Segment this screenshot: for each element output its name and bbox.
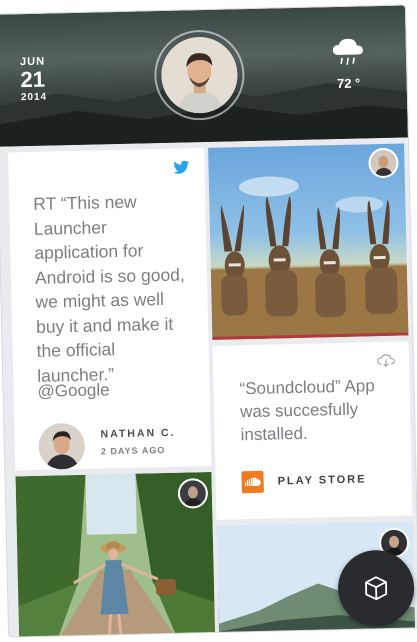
header-banner: JUN 21 2014 72 °: [0, 5, 408, 147]
tweet-card[interactable]: RT “This new Launcher application for An…: [8, 148, 212, 471]
temperature-label: 72 °: [336, 75, 361, 91]
author-portrait-image: [38, 422, 86, 470]
author-avatar[interactable]: [38, 422, 86, 470]
soundcloud-logo: [241, 470, 264, 494]
date-day: 21: [20, 66, 46, 93]
photo-card-forest-road[interactable]: [15, 471, 216, 637]
launcher-screen: JUN 21 2014 72 ° RT “This new Launcher a…: [0, 5, 417, 637]
date-year: 2014: [20, 91, 48, 104]
tweet-text: RT “This new Launcher application for An…: [33, 191, 185, 386]
date-display: JUN 21 2014: [20, 56, 47, 104]
play-store-label[interactable]: PLAY STORE: [278, 473, 367, 487]
install-notification-card[interactable]: “Soundcloud” App was succesfully install…: [212, 341, 413, 520]
notification-text: “Soundcloud” App was succesfully install…: [239, 376, 375, 445]
author-name: NATHAN C.: [100, 426, 176, 441]
weather-widget[interactable]: 72 °: [318, 38, 379, 91]
cloud-download-icon: [377, 354, 395, 367]
cube-icon: [365, 576, 388, 601]
twitter-bird-icon: [173, 160, 190, 174]
soundcloud-cloud-icon: [245, 477, 261, 487]
photo-card-antelopes[interactable]: [208, 143, 409, 340]
tweet-time: 2 DAYS AGO: [100, 444, 166, 457]
rain-cloud-icon: [332, 38, 363, 65]
tweet-handle[interactable]: @Google: [37, 380, 110, 402]
